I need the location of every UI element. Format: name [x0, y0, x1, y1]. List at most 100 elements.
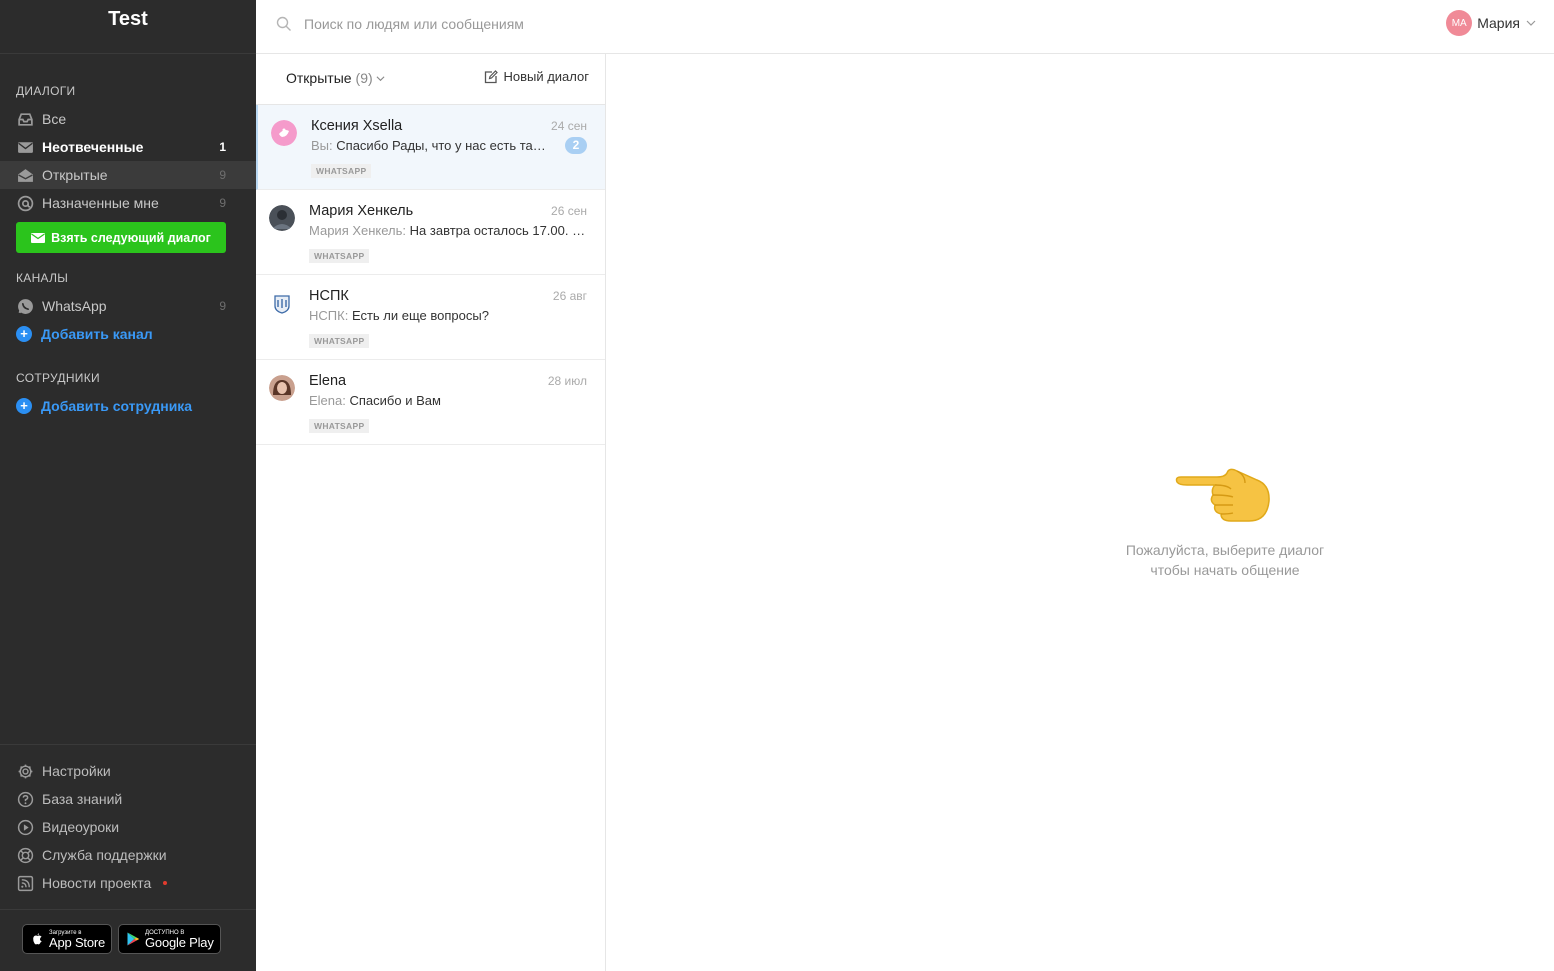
chevron-down-icon	[1526, 20, 1536, 26]
empty-state-line-2: чтобы начать общение	[1150, 562, 1300, 578]
sidebar-item-count: 9	[219, 168, 226, 182]
preview-text: Есть ли еще вопросы?	[351, 308, 489, 323]
sidebar-bottom-nav: Настройки База знаний Видеоуроки Служба …	[0, 744, 256, 897]
sidebar-item-support[interactable]: Служба поддержки	[0, 841, 256, 869]
conversation-name: Elena	[309, 373, 347, 389]
preview-sender: НСПК:	[309, 308, 349, 323]
avatar	[271, 120, 297, 146]
sidebar-item-label: База знаний	[42, 791, 123, 807]
channel-tag: WHATSAPP	[309, 419, 370, 433]
inbox-icon	[16, 110, 34, 128]
preview-sender: Вы:	[311, 138, 333, 153]
conversation-preview: Мария Хенкель: На завтра осталось 17.00.…	[309, 223, 587, 238]
sidebar-item-label: Новости проекта	[42, 875, 152, 891]
google-play-name: Google Play	[145, 934, 214, 950]
avatar	[269, 290, 295, 316]
chevron-down-icon	[376, 75, 385, 81]
empty-state-text: Пожалуйста, выберите диалог чтобы начать…	[1070, 540, 1380, 580]
sidebar-item-label: WhatsApp	[42, 298, 107, 314]
sidebar-item-whatsapp[interactable]: WhatsApp 9	[0, 292, 256, 320]
search-icon	[276, 16, 291, 31]
new-dialog-label: Новый диалог	[503, 69, 589, 84]
add-staff-label: Добавить сотрудника	[41, 398, 193, 414]
conversation-preview: Вы: Спасибо Рады, что у нас есть такие	[311, 138, 551, 153]
channel-tag: WHATSAPP	[311, 164, 372, 178]
conversation-item[interactable]: НСПК 26 авг НСПК: Есть ли еще вопросы? W…	[256, 275, 605, 360]
avatar	[269, 375, 295, 401]
section-title-dialogs: ДИАЛОГИ	[16, 84, 76, 98]
sidebar-item-label: Все	[42, 111, 67, 127]
top-bar: МА Мария	[256, 0, 1554, 54]
preview-sender: Мария Хенкель:	[309, 223, 407, 238]
channel-tag: WHATSAPP	[309, 334, 370, 348]
sidebar-item-label: Видеоуроки	[42, 819, 120, 835]
user-name: Мария	[1477, 15, 1520, 31]
pointing-hand-icon	[1175, 468, 1270, 522]
sidebar-item-count: 9	[219, 196, 226, 210]
sidebar-item-all[interactable]: Все	[0, 105, 256, 133]
sidebar-item-label: Настройки	[42, 763, 111, 779]
add-channel-label: Добавить канал	[41, 326, 153, 342]
plus-icon: +	[16, 398, 32, 414]
empty-state: Пожалуйста, выберите диалог чтобы начать…	[1070, 455, 1380, 580]
add-channel-link[interactable]: + Добавить канал	[0, 320, 256, 348]
sidebar-item-label: Служба поддержки	[42, 847, 167, 863]
app-title[interactable]: Test	[108, 8, 148, 31]
sidebar-item-settings[interactable]: Настройки	[0, 757, 256, 785]
rss-icon	[16, 874, 34, 892]
new-dialog-button[interactable]: Новый диалог	[484, 69, 589, 84]
unread-badge: 2	[565, 137, 587, 154]
conversation-item[interactable]: Мария Хенкель 26 сен Мария Хенкель: На з…	[256, 190, 605, 275]
sidebar-item-assigned[interactable]: Назначенные мне 9	[0, 189, 256, 217]
gear-icon	[16, 762, 34, 780]
google-play-badge[interactable]: ДОСТУПНО В Google Play	[118, 924, 221, 954]
avatar	[269, 205, 295, 231]
app-store-name: App Store	[49, 934, 106, 950]
conversation-date: 24 сен	[551, 119, 587, 133]
conversation-item[interactable]: Elena 28 июл Elena: Спасибо и Вам WHATSA…	[256, 360, 605, 445]
filter-label: Открытые	[286, 70, 352, 86]
sidebar-item-news[interactable]: Новости проекта	[0, 869, 256, 897]
conversation-name: Ксения Xsella	[311, 118, 403, 134]
user-menu[interactable]: МА Мария	[1446, 10, 1536, 36]
add-staff-link[interactable]: + Добавить сотрудника	[0, 392, 256, 420]
app-store-badge[interactable]: Загрузите в App Store	[22, 924, 113, 954]
sidebar-item-unanswered[interactable]: Неотвеченные 1	[0, 133, 256, 161]
conversation-name: Мария Хенкель	[309, 203, 414, 219]
sidebar-item-label: Назначенные мне	[42, 195, 159, 211]
conversation-preview: Elena: Спасибо и Вам	[309, 393, 559, 408]
take-next-dialog-button[interactable]: Взять следующий диалог	[16, 222, 226, 253]
preview-text: Спасибо и Вам	[349, 393, 441, 408]
google-play-icon	[127, 932, 140, 946]
preview-text: На завтра осталось 17.00. Записы	[409, 223, 587, 238]
at-icon	[16, 194, 34, 212]
compose-icon	[485, 69, 499, 83]
store-badges: Загрузите в App Store ДОСТУПНО В Google …	[0, 909, 256, 971]
sidebar-item-knowledge-base[interactable]: База знаний	[0, 785, 256, 813]
conversation-date: 26 авг	[552, 289, 587, 303]
sidebar: Test ДИАЛОГИ Все Неотвеченные 1 Открытые…	[0, 0, 256, 971]
envelope-icon	[31, 232, 46, 243]
sidebar-item-open[interactable]: Открытые 9	[0, 161, 256, 189]
take-next-dialog-label: Взять следующий диалог	[51, 230, 211, 245]
conversation-name: НСПК	[309, 288, 349, 304]
channel-tag: WHATSAPP	[309, 249, 370, 263]
conversation-item[interactable]: Ксения Xsella 24 сен Вы: Спасибо Рады, ч…	[256, 105, 605, 190]
list-header: Открытые (9) Новый диалог	[256, 54, 605, 105]
search-input[interactable]	[304, 12, 804, 36]
sidebar-item-count: 1	[219, 140, 226, 154]
brand-header: Test	[0, 0, 256, 54]
conversation-preview: НСПК: Есть ли еще вопросы?	[309, 308, 559, 323]
section-title-channels: КАНАЛЫ	[16, 271, 69, 285]
new-indicator-dot	[163, 881, 168, 885]
whatsapp-icon	[16, 297, 34, 315]
sidebar-item-video-lessons[interactable]: Видеоуроки	[0, 813, 256, 841]
plus-icon: +	[16, 326, 32, 342]
empty-state-line-1: Пожалуйста, выберите диалог	[1125, 542, 1325, 558]
conversation-date: 26 сен	[551, 204, 587, 218]
status-filter-dropdown[interactable]: Открытые (9)	[286, 70, 385, 86]
preview-text: Спасибо Рады, что у нас есть такие	[336, 138, 551, 153]
app: Test ДИАЛОГИ Все Неотвеченные 1 Открытые…	[0, 0, 1554, 971]
envelope-icon	[16, 138, 34, 156]
section-title-staff: СОТРУДНИКИ	[16, 371, 100, 385]
